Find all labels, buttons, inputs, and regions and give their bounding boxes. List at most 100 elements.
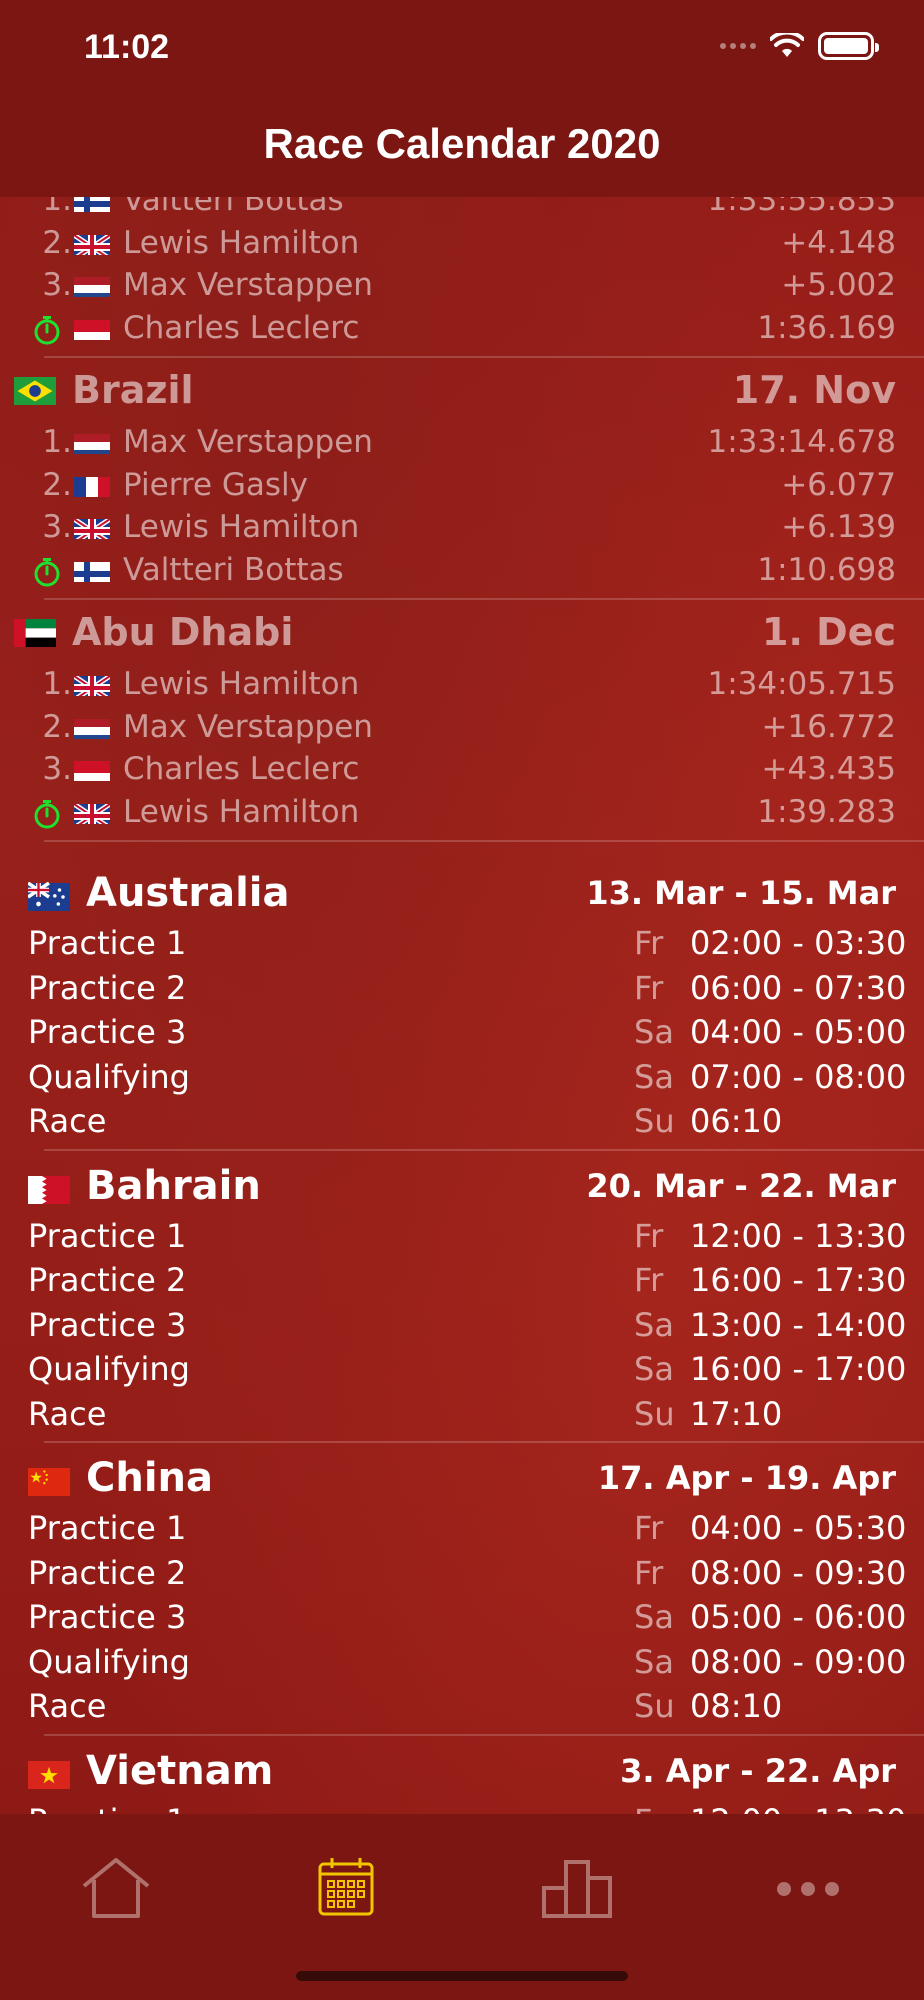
session-name: Qualifying <box>28 1057 190 1096</box>
wifi-icon <box>770 33 804 57</box>
session-row[interactable]: Practice 1 Fr 02:00 - 03:30 <box>0 922 924 966</box>
session-day: Sa <box>634 1013 674 1051</box>
divider <box>44 1733 924 1736</box>
status-indicators <box>720 32 879 60</box>
session-name: Practice 1 <box>28 1802 186 1815</box>
race-header[interactable]: Bahrain 20. Mar - 22. Mar <box>0 1159 924 1215</box>
navigation-bar: 11:02 Race Calendar 2020 <box>0 0 924 197</box>
driver-name: Lewis Hamilton <box>123 793 360 830</box>
flag-uk-icon <box>74 231 110 255</box>
fastest-lap-row[interactable]: Valtteri Bottas 1:10.698 <box>0 550 924 592</box>
race-country: Australia <box>86 870 290 916</box>
session-day: Fr <box>634 1216 664 1255</box>
session-time: 16:00 - 17:30 <box>690 1261 907 1299</box>
session-name: Practice 1 <box>28 1216 187 1255</box>
home-icon <box>82 1858 150 1918</box>
session-row[interactable]: Race Su 06:10 <box>0 1100 924 1144</box>
result-row[interactable]: 3. Max Verstappen +5.002 <box>0 265 924 307</box>
session-row[interactable]: Race Su 17:10 <box>0 1393 924 1437</box>
driver-name: Lewis Hamilton <box>123 666 360 702</box>
race-header[interactable]: Vietnam 3. Apr - 22. Apr <box>0 1744 924 1800</box>
session-row[interactable]: Practice 2 Fr 08:00 - 09:30 <box>0 1552 924 1596</box>
driver-name: Charles Leclerc <box>123 309 360 346</box>
session-row[interactable]: Practice 2 Fr 16:00 - 17:30 <box>0 1259 924 1303</box>
result-row[interactable]: 1. Max Verstappen 1:33:14.678 <box>0 422 924 464</box>
race-country: Abu Dhabi <box>72 610 294 654</box>
driver-name: Charles Leclerc <box>123 751 360 787</box>
flag-netherlands-icon <box>74 715 110 739</box>
session-time: 08:10 <box>690 1687 783 1725</box>
session-row[interactable]: Practice 1 Fr 12:00 - 13:30 <box>0 1215 924 1259</box>
flag-france-icon <box>74 473 110 497</box>
result-row[interactable]: 3. Lewis Hamilton +6.139 <box>0 507 924 549</box>
result-time: 1:36.169 <box>757 309 896 346</box>
fastest-lap-row[interactable]: Lewis Hamilton 1:39.283 <box>0 792 924 834</box>
result-time: +4.148 <box>781 224 896 261</box>
session-row[interactable]: Qualifying Sa 08:00 - 09:00 <box>0 1641 924 1685</box>
battery-icon <box>818 32 879 60</box>
session-name: Practice 2 <box>28 968 187 1007</box>
session-time: 06:00 - 07:30 <box>690 968 907 1007</box>
race-header[interactable]: Abu Dhabi 1. Dec <box>0 604 924 664</box>
race-date: 1. Dec <box>762 610 896 654</box>
race-header[interactable]: China 17. Apr - 19. Apr <box>0 1451 924 1507</box>
session-time: 16:00 - 17:00 <box>690 1350 907 1388</box>
tab-calendar[interactable] <box>306 1854 386 1924</box>
session-row[interactable]: Race Su 08:10 <box>0 1685 924 1729</box>
result-position: 2. <box>42 224 72 261</box>
session-day: Su <box>634 1102 675 1140</box>
driver-name: Lewis Hamilton <box>123 224 360 261</box>
flag-uk-icon <box>74 672 110 696</box>
flag-uk-icon <box>74 515 110 539</box>
session-row[interactable]: Qualifying Sa 07:00 - 08:00 <box>0 1056 924 1100</box>
result-time: +6.077 <box>781 466 896 503</box>
stopwatch-icon <box>32 556 62 596</box>
session-day: Sa <box>634 1598 674 1636</box>
session-name: Race <box>28 1394 107 1433</box>
race-header[interactable]: Australia 13. Mar - 15. Mar <box>0 866 924 922</box>
flag-finland-icon <box>74 558 110 582</box>
race-header[interactable]: Brazil 17. Nov <box>0 362 924 422</box>
session-row[interactable]: Practice 3 Sa 13:00 - 14:00 <box>0 1304 924 1348</box>
flag-australia-icon <box>28 882 70 912</box>
session-row[interactable]: Practice 3 Sa 04:00 - 05:00 <box>0 1011 924 1055</box>
session-row[interactable]: Practice 2 Fr 06:00 - 07:30 <box>0 967 924 1011</box>
flag-uk-icon <box>74 800 110 824</box>
session-time: 04:00 - 05:30 <box>690 1509 907 1547</box>
result-position: 2. <box>42 466 72 503</box>
result-position: 3. <box>42 267 72 303</box>
tab-more[interactable] <box>768 1854 848 1924</box>
session-day: Su <box>634 1394 675 1433</box>
session-row[interactable]: Practice 1 Fr 04:00 - 05:30 <box>0 1507 924 1551</box>
session-name: Practice 3 <box>28 1305 187 1344</box>
result-time: 1:39.283 <box>757 793 896 830</box>
session-time: 02:00 - 03:30 <box>690 924 907 962</box>
result-time: 1:33:14.678 <box>707 424 896 460</box>
session-time: 04:00 - 05:00 <box>690 1013 907 1051</box>
status-time: 11:02 <box>84 28 170 66</box>
session-time: 17:10 <box>690 1394 783 1433</box>
tab-standings[interactable] <box>538 1854 618 1924</box>
driver-name: Max Verstappen <box>123 267 373 303</box>
result-row[interactable]: 1. Lewis Hamilton 1:34:05.715 <box>0 664 924 706</box>
result-row[interactable]: 2. Max Verstappen +16.772 <box>0 707 924 749</box>
fastest-lap-row[interactable]: Charles Leclerc 1:36.169 <box>0 308 924 350</box>
session-day: Fr <box>634 1509 664 1547</box>
session-day: Fr <box>634 1802 663 1815</box>
session-name: Practice 3 <box>28 1598 187 1636</box>
result-row[interactable]: 2. Pierre Gasly +6.077 <box>0 465 924 507</box>
session-row[interactable]: Practice 3 Sa 05:00 - 06:00 <box>0 1596 924 1640</box>
session-time: 13:00 - 14:00 <box>690 1305 907 1344</box>
result-row[interactable]: 2. Lewis Hamilton +4.148 <box>0 223 924 265</box>
session-day: Fr <box>634 968 664 1007</box>
race-list[interactable]: 1. Valtteri Bottas 1:33:55.853 2. Lewis Hami… <box>0 0 924 1814</box>
result-position: 1. <box>42 424 72 460</box>
session-day: Su <box>634 1687 675 1725</box>
race-dates: 13. Mar - 15. Mar <box>586 874 896 912</box>
more-icon <box>777 1882 839 1896</box>
session-row[interactable]: Qualifying Sa 16:00 - 17:00 <box>0 1348 924 1392</box>
session-row[interactable]: Practice 1 Fr 12:00 - 13:30 <box>0 1800 924 1815</box>
tab-home[interactable] <box>76 1854 156 1924</box>
standings-icon <box>542 1860 612 1918</box>
result-row[interactable]: 3. Charles Leclerc +43.435 <box>0 749 924 791</box>
